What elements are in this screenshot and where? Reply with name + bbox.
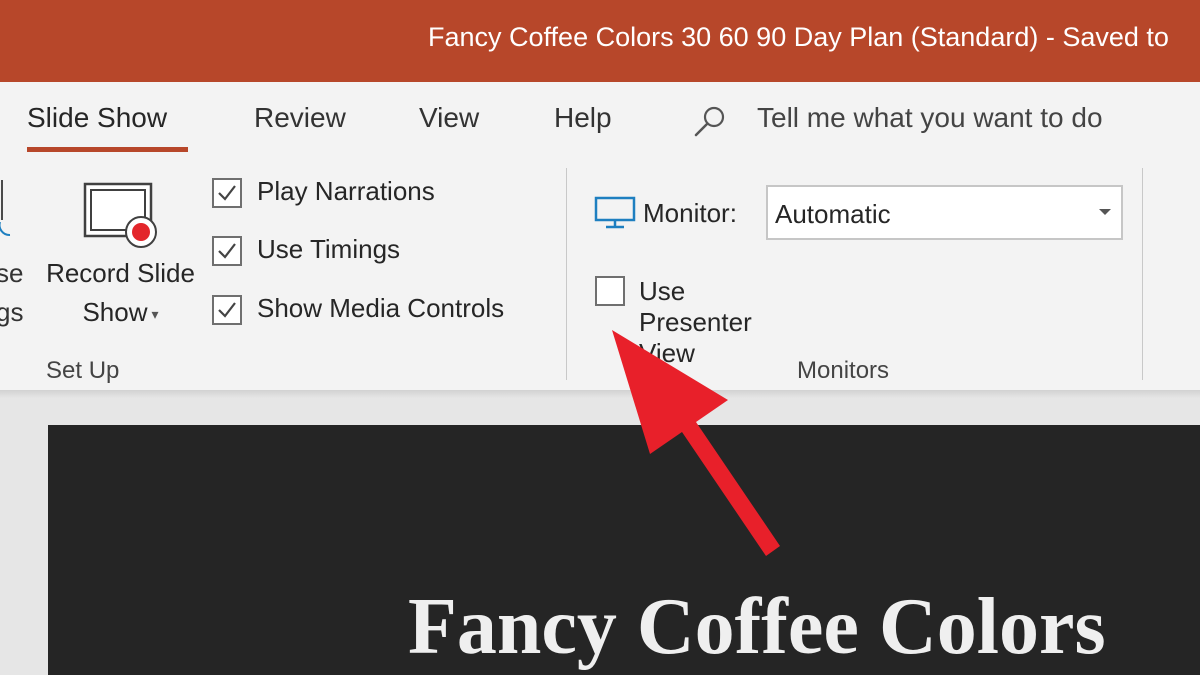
record-slide-show-icon — [83, 182, 157, 248]
checkbox-box[interactable] — [212, 236, 242, 266]
group-divider — [566, 168, 567, 380]
show-media-controls-label: Show Media Controls — [257, 293, 505, 323]
search-icon — [694, 106, 725, 137]
record-slide-show-button[interactable]: Record Slide Show ▾ — [38, 178, 203, 333]
record-slide-show-label-1: Record Slide — [46, 258, 195, 288]
tab-view[interactable]: View — [419, 102, 479, 134]
play-narrations-label: Play Narrations — [257, 176, 435, 206]
partial-button-icon — [0, 180, 11, 236]
checkbox-box[interactable] — [212, 178, 242, 208]
monitor-label: Monitor: — [643, 198, 737, 228]
tab-slide-show[interactable]: Slide Show — [27, 102, 167, 134]
tab-review[interactable]: Review — [254, 102, 346, 134]
monitor-icon — [594, 196, 636, 229]
monitor-selected-value: Automatic — [775, 199, 891, 229]
active-tab-indicator — [27, 147, 188, 152]
checkmark-icon — [218, 302, 236, 318]
use-timings-label: Use Timings — [257, 234, 401, 264]
record-slide-show-label-2-wrap: Show ▾ — [38, 297, 203, 328]
monitors-group-label: Monitors — [797, 357, 890, 384]
tab-help[interactable]: Help — [554, 102, 612, 134]
setup-group-label: Set Up — [46, 357, 120, 384]
window-title: Fancy Coffee Colors 30 60 90 Day Plan (S… — [428, 22, 1169, 52]
checkmark-icon — [218, 185, 236, 201]
title-bar: Fancy Coffee Colors 30 60 90 Day Plan (S… — [0, 0, 1200, 82]
group-divider — [1142, 168, 1143, 380]
partial-button-label-2[interactable]: gs — [0, 297, 23, 328]
chevron-down-icon[interactable]: ▾ — [152, 306, 159, 322]
checkbox-box[interactable] — [595, 276, 625, 306]
tell-me-text: Tell me what you want to do — [757, 102, 1103, 133]
monitor-dropdown[interactable]: Automatic — [766, 185, 1123, 240]
ribbon-tabs: Slide Show Review View Help Tell me what… — [0, 82, 1200, 162]
checkbox-box[interactable] — [212, 295, 242, 325]
annotation-arrow-icon — [612, 330, 780, 556]
partial-button-label-1[interactable]: se — [0, 258, 23, 289]
slide-title: Fancy Coffee Colors — [408, 583, 1106, 671]
checkmark-icon — [218, 243, 236, 259]
record-slide-show-label-2: Show — [82, 297, 148, 327]
dropdown-arrow-icon[interactable] — [1099, 209, 1111, 215]
